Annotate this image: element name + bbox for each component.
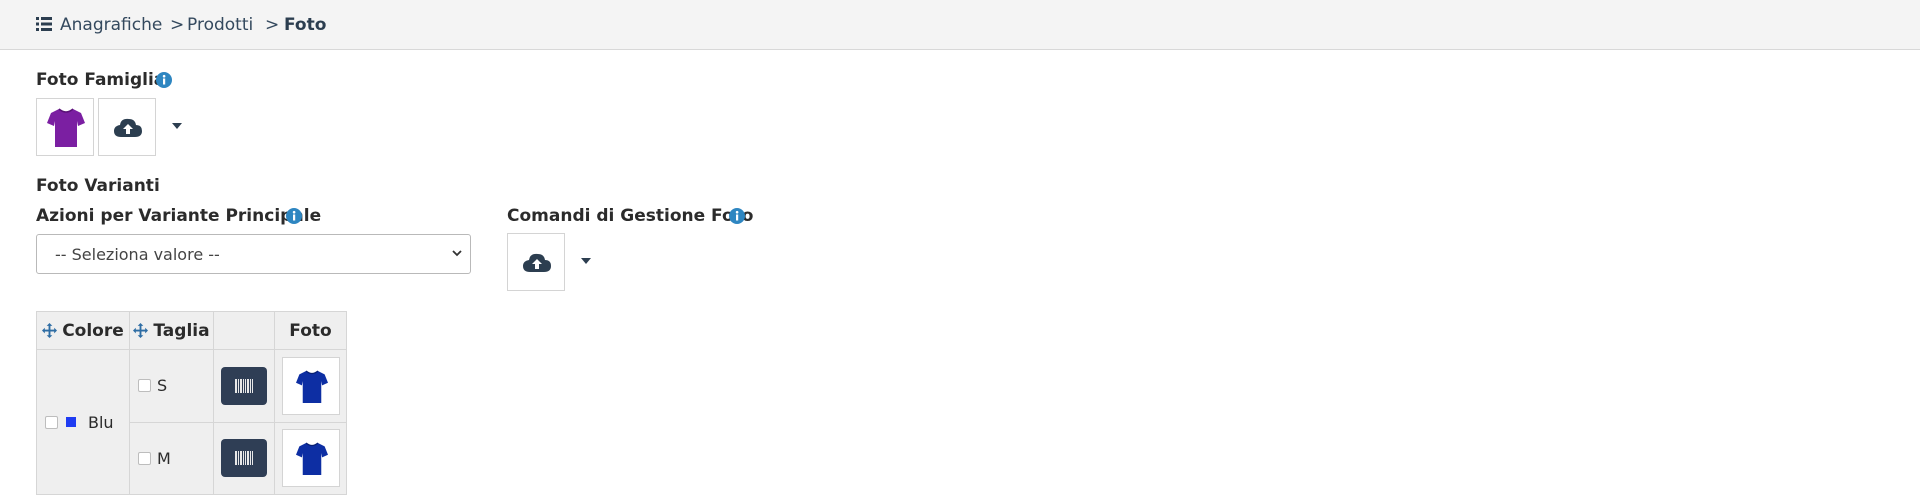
foto-cell [274, 349, 347, 423]
famiglia-photo-thumbnail[interactable] [36, 98, 94, 156]
breadcrumb-separator: > [170, 15, 185, 35]
variant-photo-thumbnail[interactable] [281, 429, 340, 488]
famiglia-caret-down-icon[interactable] [172, 123, 182, 129]
azioni-variante-label: Azioni per Variante Principale [36, 206, 322, 226]
table-header-taglia[interactable]: Taglia [129, 311, 214, 350]
barcode-cell [213, 349, 275, 423]
cloud-upload-icon [523, 253, 551, 272]
foto-varianti-title: Foto Varianti [36, 176, 160, 196]
table-header-colore[interactable]: Colore [36, 311, 130, 350]
taglia-checkbox[interactable] [138, 451, 151, 465]
colore-name: Blu [88, 412, 114, 432]
foto-famiglia-title: Foto Famiglia [36, 70, 166, 90]
taglia-label: S [157, 376, 168, 396]
cloud-upload-icon [114, 118, 142, 137]
breadcrumb-item-prodotti[interactable]: Prodotti [187, 15, 253, 35]
colore-checkbox[interactable] [45, 415, 58, 429]
taglia-checkbox[interactable] [138, 379, 151, 393]
azioni-variante-select-value: -- Seleziona valore -- [55, 245, 220, 264]
move-icon [42, 323, 58, 338]
breadcrumb-item-anagrafiche[interactable]: Anagrafiche [60, 15, 162, 35]
foto-cell [274, 421, 347, 495]
tshirt-blue-image [295, 370, 328, 403]
info-icon[interactable] [729, 208, 745, 224]
breadcrumb-item-foto: Foto [284, 15, 327, 35]
colore-swatch [66, 417, 76, 427]
colore-cell: Blu [36, 349, 130, 495]
info-icon[interactable] [156, 72, 172, 88]
comandi-upload-button[interactable] [507, 233, 565, 291]
barcode-button[interactable] [221, 439, 267, 478]
varianti-table: Colore Taglia Foto Blu S M [36, 311, 347, 495]
barcode-cell [213, 421, 275, 495]
breadcrumb-separator: > [265, 15, 280, 35]
table-row: Blu S [36, 349, 347, 495]
table-header-taglia-label: Taglia [153, 320, 210, 341]
table-header-foto-label: Foto [289, 320, 332, 341]
barcode-icon [235, 378, 253, 393]
table-header-colore-label: Colore [62, 320, 124, 341]
table-header-foto: Foto [274, 311, 347, 350]
famiglia-upload-button[interactable] [98, 98, 156, 156]
taglia-cell: S [129, 349, 214, 423]
barcode-icon [235, 451, 253, 466]
variant-photo-thumbnail[interactable] [281, 356, 340, 415]
comandi-gestione-foto-label: Comandi di Gestione Foto [507, 206, 754, 226]
taglia-cell: M [129, 421, 214, 495]
tshirt-blue-image [295, 442, 328, 476]
list-icon [36, 17, 52, 31]
comandi-caret-down-icon[interactable] [581, 258, 591, 264]
azioni-variante-select[interactable]: -- Seleziona valore -- [36, 234, 471, 274]
move-icon [133, 323, 149, 338]
table-header-actions [213, 311, 275, 350]
tshirt-purple-image [47, 108, 85, 147]
breadcrumb: Anagrafiche > Prodotti > Foto [0, 0, 1920, 50]
barcode-button[interactable] [221, 366, 267, 405]
taglia-label: M [157, 448, 171, 468]
chevron-down-icon [452, 250, 462, 257]
info-icon[interactable] [286, 208, 302, 224]
